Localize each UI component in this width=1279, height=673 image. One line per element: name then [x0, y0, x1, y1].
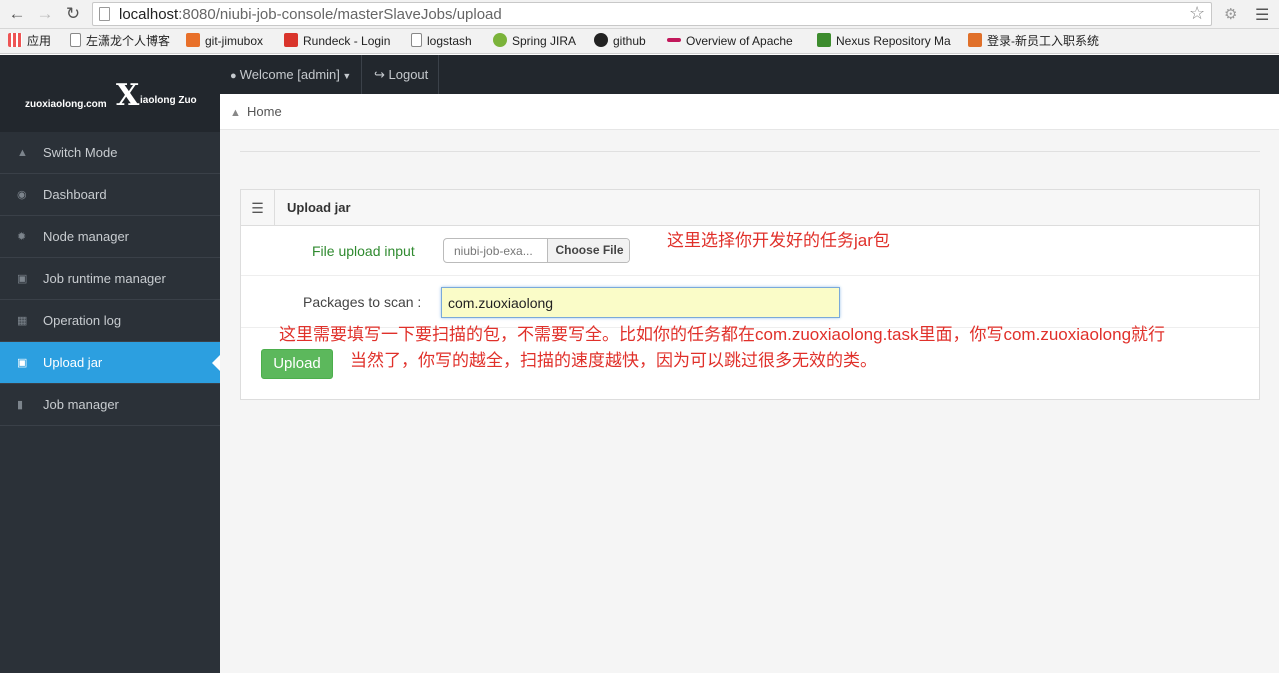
page-icon — [99, 7, 110, 21]
sidebar-item-operation-log[interactable]: ▦ Operation log — [0, 300, 220, 342]
breadcrumb: ▲ Home — [220, 94, 1279, 130]
bookmark-item[interactable]: git-jimubox — [186, 33, 263, 50]
top-navbar: ● Welcome [admin] ▼ ↪ Logout — [220, 55, 1279, 94]
breadcrumb-home[interactable]: ▲ Home — [230, 104, 282, 119]
reload-icon[interactable]: ↻ — [63, 4, 83, 24]
welcome-dropdown[interactable]: ● Welcome [admin] ▼ — [220, 55, 363, 94]
url-field[interactable]: localhost:8080/niubi-job-console/masterS… — [92, 2, 1212, 26]
file-upload-row: File upload input niubi-job-exa... Choos… — [241, 226, 1259, 276]
bookmark-item[interactable]: Rundeck - Login — [284, 33, 390, 50]
choose-file-button[interactable]: Choose File — [547, 239, 629, 262]
browser-address-bar: ← → ↻ localhost:8080/niubi-job-console/m… — [0, 0, 1279, 29]
annotation-note-packages: 这里需要填写一下要扫描的包，不需要写全。比如你的任务都在com.zuoxiaol… — [279, 325, 1166, 344]
back-icon[interactable]: ← — [7, 4, 27, 24]
panel-title: Upload jar — [287, 200, 351, 215]
bookmark-item[interactable]: github — [594, 33, 646, 50]
bookmark-item[interactable]: Nexus Repository Ma — [817, 33, 953, 50]
packages-label: Packages to scan : — [303, 294, 422, 310]
apache-icon — [667, 38, 681, 42]
github-icon — [594, 33, 608, 47]
bookmark-item[interactable]: 应用 — [8, 33, 51, 50]
sidebar-item-dashboard[interactable]: ◉ Dashboard — [0, 174, 220, 216]
forward-icon[interactable]: → — [35, 4, 55, 24]
logo-mark: X — [116, 78, 140, 113]
bookmark-item[interactable]: Overview of Apache — [667, 33, 797, 50]
annotation-note-speed: 当然了，你写的越全，扫描的速度越快，因为可以跳过很多无效的类。 — [350, 351, 877, 370]
bookmark-item[interactable]: logstash — [411, 33, 472, 50]
home-icon: ▲ — [17, 147, 28, 159]
packages-input[interactable] — [441, 287, 840, 318]
bookmarks-bar: 应用 左潇龙个人博客 git-jimubox Rundeck - Login l… — [0, 29, 1279, 54]
sidebar-item-node-manager[interactable]: ✹ Node manager — [0, 216, 220, 258]
annotation-note-jar: 这里选择你开发好的任务jar包 — [667, 231, 890, 250]
sidebar: zuoxiaolong.com X iaolong Zuo ▲ Switch Mo… — [0, 55, 220, 673]
list-icon: ☰ — [241, 190, 275, 226]
dashboard-icon: ◉ — [17, 189, 27, 201]
url-text: localhost:8080/niubi-job-console/masterS… — [119, 6, 502, 23]
inbox-icon: ▣ — [17, 357, 28, 369]
logo-subtext: iaolong Zuo — [140, 95, 197, 106]
caret-down-icon: ▼ — [339, 71, 352, 81]
logout-icon: ↪ — [374, 67, 389, 82]
gear-icon: ✹ — [17, 231, 27, 243]
page-icon — [70, 33, 81, 47]
gitlab-icon — [186, 33, 200, 47]
upload-panel: ☰ Upload jar File upload input niubi-job… — [240, 189, 1260, 400]
bookmark-item[interactable]: Spring JIRA — [493, 33, 576, 50]
logout-link[interactable]: ↪ Logout — [364, 55, 440, 94]
panel-header: ☰ Upload jar — [241, 190, 1259, 226]
upload-button[interactable]: Upload — [261, 349, 333, 379]
home-icon: ▲ — [230, 107, 247, 119]
nexus-icon — [817, 33, 831, 47]
page-icon — [411, 33, 422, 47]
bookmark-star-icon[interactable]: ☆ — [1189, 3, 1205, 24]
spring-icon — [493, 33, 507, 47]
inbox-icon: ▣ — [17, 273, 28, 285]
bar-chart-icon: ▮ — [17, 399, 24, 411]
main-content: ☰ Upload jar File upload input niubi-job… — [220, 130, 1279, 673]
selected-file-name: niubi-job-exa... — [454, 244, 533, 258]
divider — [240, 151, 1260, 152]
user-icon: ● — [230, 70, 240, 82]
rundeck-icon — [284, 33, 298, 47]
sidebar-item-job-runtime-manager[interactable]: ▣ Job runtime manager — [0, 258, 220, 300]
file-upload-label: File upload input — [312, 243, 415, 259]
extension-icon[interactable]: ⚙ — [1224, 5, 1242, 23]
portal-icon — [968, 33, 982, 47]
sidebar-item-upload-jar[interactable]: ▣ Upload jar — [0, 342, 220, 384]
grid-icon: ▦ — [17, 315, 28, 327]
apps-icon — [8, 33, 22, 47]
logo-text: zuoxiaolong.com — [25, 99, 107, 110]
menu-icon[interactable]: ☰ — [1255, 5, 1269, 25]
file-upload-input[interactable]: niubi-job-exa... Choose File — [443, 238, 630, 263]
bookmark-item[interactable]: 左潇龙个人博客 — [70, 33, 170, 50]
sidebar-item-job-manager[interactable]: ▮ Job manager — [0, 384, 220, 426]
logo[interactable]: zuoxiaolong.com X iaolong Zuo — [0, 55, 220, 132]
bookmark-item[interactable]: 登录-新员工入职系统 — [968, 33, 1099, 50]
sidebar-item-switch-mode[interactable]: ▲ Switch Mode — [0, 132, 220, 174]
